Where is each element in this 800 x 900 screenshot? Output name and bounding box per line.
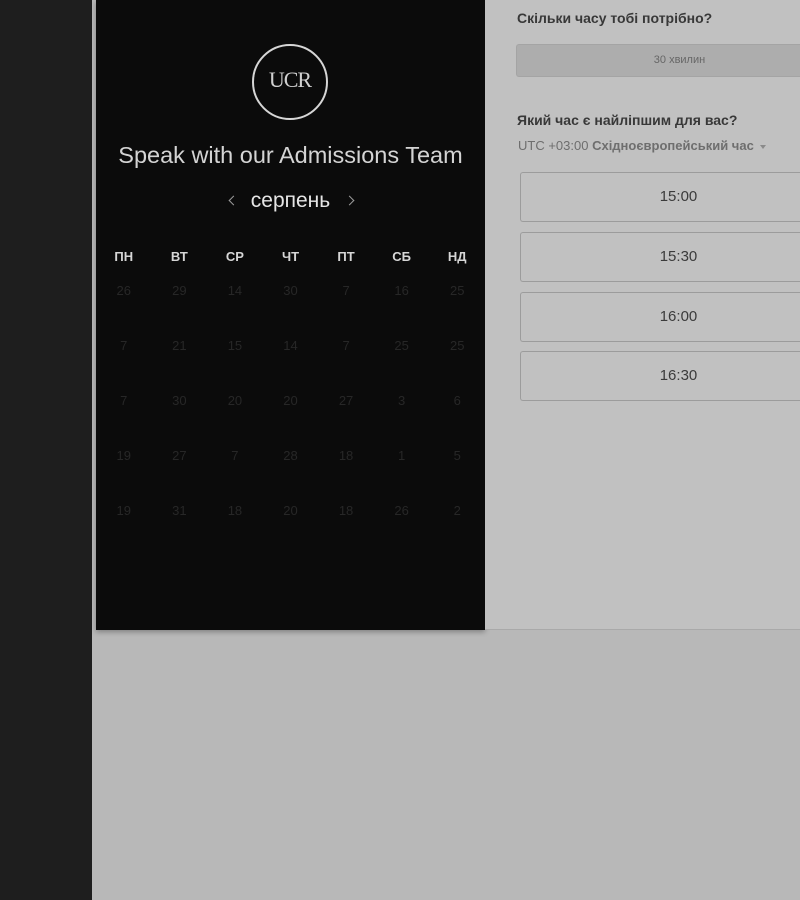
calendar-day[interactable]: 7 xyxy=(318,263,374,318)
calendar-day[interactable]: 19 xyxy=(96,483,152,538)
duration-option-button[interactable]: 30 хвилин xyxy=(516,44,800,77)
time-slot-16-30[interactable]: 16:30 xyxy=(520,351,800,401)
sidebar-backdrop xyxy=(0,0,92,900)
calendar-day[interactable]: 15 xyxy=(207,318,263,373)
time-slot-15-00[interactable]: 15:00 xyxy=(520,172,800,222)
calendar-day[interactable]: 7 xyxy=(318,318,374,373)
timezone-offset: UTC +03:00 xyxy=(518,138,589,153)
calendar-day[interactable]: 30 xyxy=(263,263,319,318)
calendar-day[interactable]: 18 xyxy=(207,483,263,538)
calendar-day[interactable]: 20 xyxy=(263,373,319,428)
calendar-grid: 26 29 14 30 7 16 25 7 21 15 14 7 25 25 7… xyxy=(96,263,485,538)
calendar-day[interactable]: 30 xyxy=(152,373,208,428)
calendar-day[interactable]: 1 xyxy=(374,428,430,483)
calendar-day[interactable]: 25 xyxy=(429,318,485,373)
calendar-day[interactable]: 21 xyxy=(152,318,208,373)
calendar-day[interactable]: 14 xyxy=(263,318,319,373)
calendar-day[interactable]: 27 xyxy=(318,373,374,428)
time-slot-15-30[interactable]: 15:30 xyxy=(520,232,800,282)
caret-down-icon[interactable] xyxy=(759,144,766,149)
calendar-day[interactable]: 16 xyxy=(374,263,430,318)
calendar-day[interactable]: 19 xyxy=(96,428,152,483)
calendar-week: 19 27 7 28 18 1 5 xyxy=(96,428,485,483)
calendar-day[interactable]: 20 xyxy=(263,483,319,538)
scheduling-widget: UCR Speak with our Admissions Team серпе… xyxy=(96,0,800,630)
duration-heading: Скільки часу тобі потрібно? xyxy=(517,10,713,26)
calendar-day[interactable]: 5 xyxy=(429,428,485,483)
calendar-week: 7 21 15 14 7 25 25 xyxy=(96,318,485,373)
time-slot-16-00[interactable]: 16:00 xyxy=(520,292,800,342)
calendar-day[interactable]: 29 xyxy=(152,263,208,318)
calendar-day[interactable]: 7 xyxy=(207,428,263,483)
details-panel: Скільки часу тобі потрібно? 30 хвилин Як… xyxy=(485,0,800,630)
page-title: Speak with our Admissions Team xyxy=(118,142,463,168)
calendar-day[interactable]: 28 xyxy=(263,428,319,483)
month-label: серпень xyxy=(250,189,331,212)
calendar-week: 26 29 14 30 7 16 25 xyxy=(96,263,485,318)
calendar-day[interactable]: 7 xyxy=(96,318,152,373)
calendar-day[interactable]: 2 xyxy=(429,483,485,538)
calendar-day[interactable]: 18 xyxy=(318,428,374,483)
calendar-day[interactable]: 26 xyxy=(374,483,430,538)
ucr-logo: UCR xyxy=(252,44,328,120)
timezone-name: Східноєвропейський час xyxy=(592,138,754,153)
calendar-day[interactable]: 25 xyxy=(429,263,485,318)
calendar-day[interactable]: 31 xyxy=(152,483,208,538)
calendar-day[interactable]: 26 xyxy=(96,263,152,318)
logo-text: UCR xyxy=(268,67,312,92)
calendar-day[interactable]: 18 xyxy=(318,483,374,538)
calendar-day[interactable]: 20 xyxy=(207,373,263,428)
calendar-day[interactable]: 6 xyxy=(429,373,485,428)
calendar-day[interactable]: 3 xyxy=(374,373,430,428)
calendar-week: 7 30 20 20 27 3 6 xyxy=(96,373,485,428)
calendar-week: 19 31 18 20 18 26 2 xyxy=(96,483,485,538)
calendar-day[interactable]: 27 xyxy=(152,428,208,483)
time-heading: Який час є найліпшим для вас? xyxy=(517,112,738,128)
calendar-day[interactable]: 14 xyxy=(207,263,263,318)
calendar-day[interactable]: 7 xyxy=(96,373,152,428)
timezone-selector[interactable]: UTC +03:00 Східноєвропейський час xyxy=(518,138,766,154)
calendar-day[interactable]: 25 xyxy=(374,318,430,373)
calendar-panel: UCR Speak with our Admissions Team серпе… xyxy=(96,0,485,630)
